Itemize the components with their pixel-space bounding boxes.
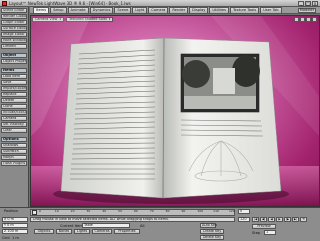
step-label: Step [252,231,261,235]
auto-key-button[interactable]: Auto Key [200,223,217,228]
timeline-tick-label: 70 [149,209,154,213]
timeline-tick-label: 10 [54,209,59,213]
timeline-slider[interactable]: 0 10 20 30 40 50 60 70 80 90 100 110 120 [30,209,235,216]
photo-ground [184,96,256,109]
cameras-button[interactable]: Cameras [92,229,112,234]
bones-button[interactable]: Bones [56,229,72,234]
current-item-label: Current Item [60,224,83,228]
timeline-tick-label: 20 [70,209,75,213]
timeline-tick-label: 120 [229,209,235,213]
subpatch-button[interactable]: SubPatch [1,149,27,154]
close-button[interactable]: x [312,1,318,6]
play-icon[interactable]: ▶ [276,217,283,222]
tab-texture-tools[interactable]: Texture Tools [229,7,260,13]
timeline-tick-label: 0 [39,209,41,213]
preview-button[interactable]: Preview [252,224,276,229]
status-area: Position X 0 m Y 0 m Z 100 m Grid 1 m 01… [0,207,320,241]
import-export-button[interactable]: Import/Export [1,86,27,91]
photo-tree-right [232,55,260,87]
z-position-field[interactable]: Z 100 m [2,229,28,234]
timeline-tick-label: 60 [134,209,138,213]
surface-editor-button[interactable]: Surface Editor [1,26,27,31]
step-back-icon[interactable]: ◀| [260,217,267,222]
minimize-button[interactable]: _ [298,1,304,6]
timeline-handle[interactable] [32,210,37,215]
x-position-field[interactable]: X 0 m [2,217,28,222]
image-editor-button[interactable]: Image Editor [1,32,27,37]
tab-items[interactable]: Items [33,7,50,13]
timeline-tick-label: 50 [118,209,122,213]
current-item-select[interactable]: Table [82,223,130,228]
all-label: All [140,224,145,228]
timeline-tick-label: 90 [181,209,186,213]
scene-editor-button[interactable]: Scene Editor [1,8,27,13]
maximize-button[interactable]: □ [305,1,311,6]
photo-building [213,68,235,94]
delete-key-button[interactable]: Delete Key [200,235,224,240]
create-key-button[interactable]: Create Key [200,229,224,234]
play-reverse-icon[interactable]: ◀ [268,217,275,222]
timeline-tick-label: 30 [86,209,91,213]
timeline-tick-label: 110 [213,209,219,213]
window-controls: _ □ x [298,1,318,6]
photo-tree-left [182,60,210,88]
timeline-tick-label: 80 [165,209,170,213]
rendered-book-scene [31,16,319,206]
left-toolbar: Scene Editor Render Globals Graph Editor Su… [0,7,29,207]
app-icon [2,0,7,6]
status-message: Drag mouse in view to move selected item… [30,217,235,222]
tab-setup[interactable]: Setup [50,7,67,13]
graph-editor-button[interactable]: Graph Editor [1,20,27,25]
more-windows-button[interactable]: More Windows ▾ [1,38,27,43]
properties-button[interactable]: Properties [114,229,140,234]
grid-label: Grid [2,236,10,240]
objects-button[interactable]: Objects [34,229,54,234]
tab-camera[interactable]: Camera [148,7,169,13]
timeline-tick-label: 40 [102,209,107,213]
include-exclude-button[interactable]: Include/Exclude [1,110,27,115]
group-header-options: Options [1,137,27,142]
clone-button[interactable]: Clone [1,104,27,109]
load-item-button[interactable]: Load Item [1,74,27,79]
tab-dynamics[interactable]: Dynamics [89,7,114,13]
flash-plugins-button[interactable]: Flash Plugins [1,161,27,166]
lights-button[interactable]: Lights [74,229,90,234]
tab-scene[interactable]: Scene [114,7,132,13]
group-header-items: Items [1,68,27,73]
replace-button[interactable]: Replace [1,92,27,97]
title-bar: Layout™ NewTek LightWave 3D ® 9.6 · [Win… [0,0,320,7]
tab-user-tab[interactable]: User Tab [260,7,282,13]
group-header-object: Object [1,53,27,58]
shadows-button[interactable]: Shadows [1,143,27,148]
loop-icon[interactable]: ⟲ [300,217,307,222]
playback-controls: |◀ ◀| ◀ ▶ |▶ ▶| ⟲ [252,217,307,222]
fast-forward-icon[interactable]: ▶| [292,217,299,222]
end-frame-field[interactable]: 120 [238,217,250,222]
modeler-button[interactable]: Modeler [298,8,316,13]
y-position-field[interactable]: Y 0 m [2,223,28,228]
set-visibility-button[interactable]: Set Visibility [1,122,27,127]
tab-light[interactable]: Light [132,7,148,13]
current-frame-field[interactable]: 0 [238,209,250,214]
rewind-icon[interactable]: |◀ [252,217,259,222]
camera-viewport[interactable]: Camera View ▾ Textured Shaded Solid ▾ [30,15,320,207]
window-title: Layout™ NewTek LightWave 3D ® 9.6 · [Win… [9,0,131,6]
tab-bar: Items Setup Animate Dynamics Scene Light Camer… [30,7,320,14]
timeline-tick-label: 100 [197,209,204,213]
step-forward-icon[interactable]: |▶ [284,217,291,222]
save-button[interactable]: Save [1,80,27,85]
position-label: Position [4,209,18,213]
tab-render[interactable]: Render [169,7,189,13]
morph-button[interactable]: Morph [1,155,27,160]
tab-animate[interactable]: Animate [67,7,89,13]
delete-button[interactable]: Delete [1,98,27,103]
grid-value: 1 m [12,236,19,240]
tab-display[interactable]: Display [189,7,209,13]
tab-utilities[interactable]: Utilities [209,7,229,13]
step-field[interactable]: 1 [264,230,276,235]
camera-button[interactable]: Camera [1,116,27,121]
render-globals-button[interactable]: Render Globals [1,14,27,19]
